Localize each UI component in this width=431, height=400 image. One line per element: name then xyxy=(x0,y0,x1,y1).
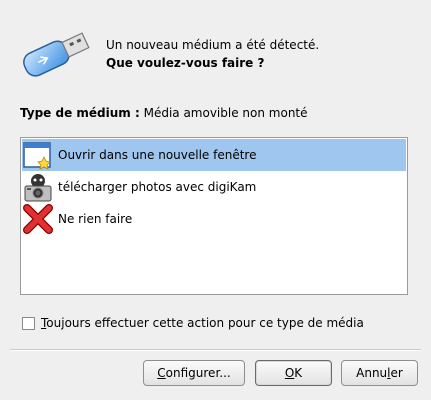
dialog-header: Un nouveau médium a été détecté. Que vou… xyxy=(0,0,431,95)
question-message: Que voulez-vous faire ? xyxy=(106,56,265,70)
media-type-row: Type de médium : Média amovible non mont… xyxy=(20,106,308,120)
ok-button[interactable]: OK xyxy=(255,360,332,386)
action-label: Ouvrir dans une nouvelle fenêtre xyxy=(58,148,257,162)
camera-icon xyxy=(24,174,52,202)
action-item-do-nothing[interactable]: Ne rien faire xyxy=(22,203,406,235)
action-item-digikam[interactable]: télécharger photos avec digiKam xyxy=(22,171,406,203)
always-do-action-checkbox[interactable] xyxy=(22,316,35,330)
media-type-value: Média amovible non monté xyxy=(143,106,308,120)
separator xyxy=(10,349,421,351)
action-item-open-window[interactable]: Ouvrir dans une nouvelle fenêtre xyxy=(22,139,406,171)
red-x-icon xyxy=(23,204,53,234)
always-do-action-checkbox-row[interactable]: Toujours effectuer cette action pour ce … xyxy=(22,316,364,330)
action-label: Ne rien faire xyxy=(58,212,133,226)
media-type-label: Type de médium : xyxy=(20,106,140,120)
detected-message: Un nouveau médium a été détecté. xyxy=(106,38,320,52)
new-window-icon xyxy=(23,142,51,170)
checkbox-label: Toujours effectuer cette action pour ce … xyxy=(41,316,364,330)
action-list[interactable]: Ouvrir dans une nouvelle fenêtre télécha… xyxy=(20,137,408,295)
cancel-button[interactable]: Annuler xyxy=(341,360,418,386)
usb-drive-icon xyxy=(23,32,90,77)
configure-button[interactable]: Configurer... xyxy=(143,360,245,386)
action-label: télécharger photos avec digiKam xyxy=(58,180,257,194)
